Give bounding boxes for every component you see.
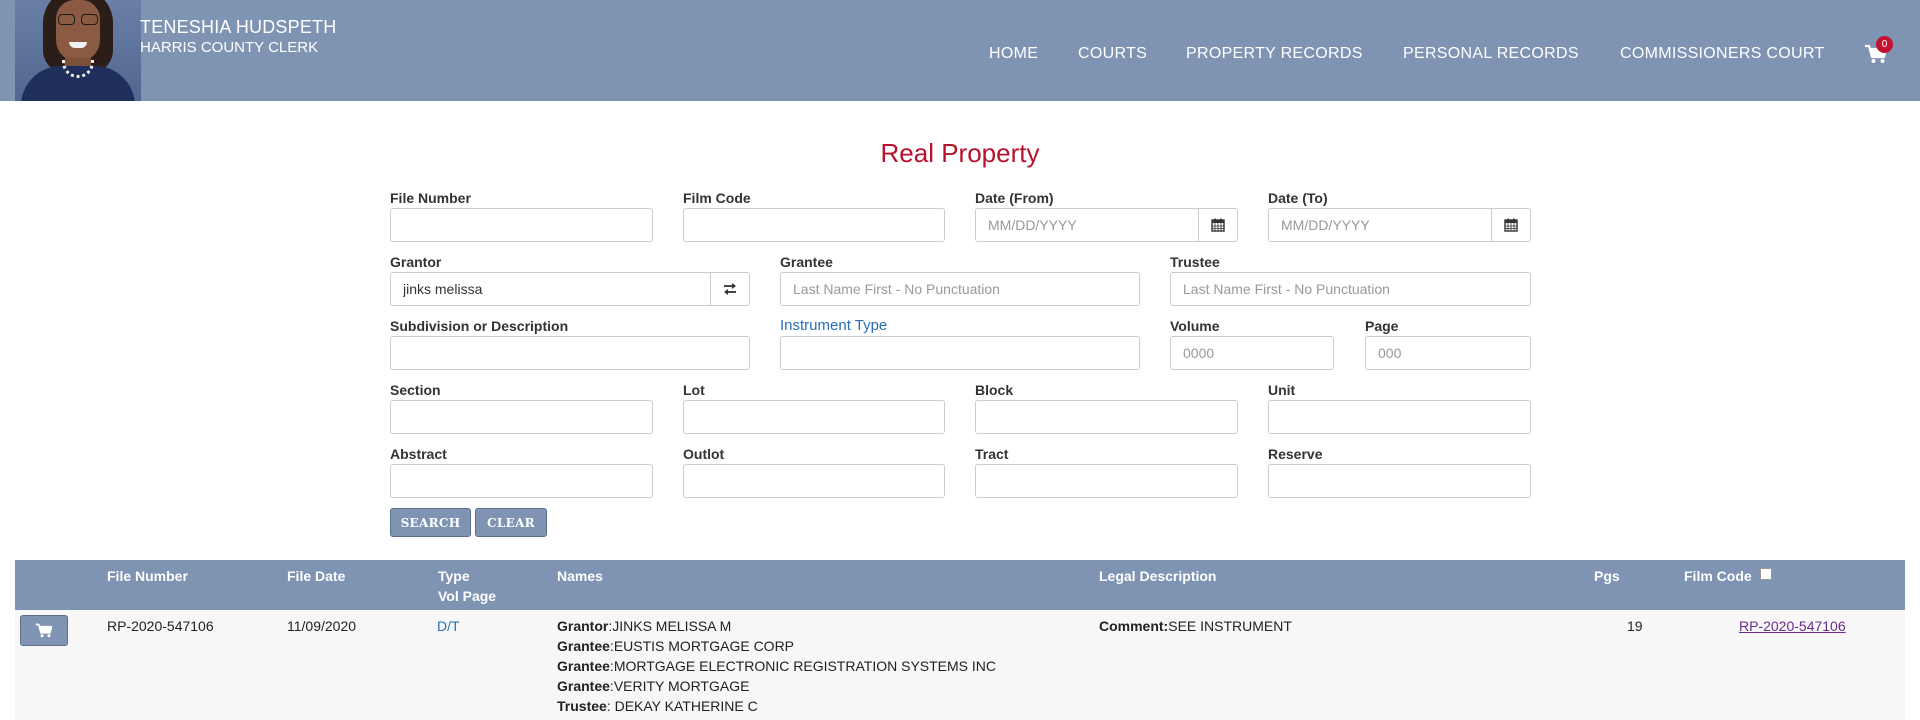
calendar-icon[interactable] [1198,208,1238,242]
name-entry: Grantee:EUSTIS MORTGAGE CORP [557,638,795,654]
nav-property-records[interactable]: PROPERTY RECORDS [1186,45,1363,63]
instrument-type-link[interactable]: Instrument Type [780,317,887,334]
name-entry: Grantee:MORTGAGE ELECTRONIC REGISTRATION… [557,658,997,674]
grantor-label: Grantor [390,254,442,270]
film-code-label: Film Code [683,190,751,206]
tract-label: Tract [975,446,1009,462]
trustee-input[interactable] [1170,272,1531,306]
swap-icon[interactable] [710,272,750,306]
reserve-input[interactable] [1268,464,1531,498]
clerk-portrait [15,0,141,101]
cart-count-badge: 0 [1876,36,1893,53]
column-type: Type [438,568,470,584]
add-to-cart-button[interactable] [20,615,68,646]
section-label: Section [390,382,441,398]
tract-input[interactable] [975,464,1238,498]
name-role: Grantee [557,678,610,694]
name-value: MORTGAGE ELECTRONIC REGISTRATION SYSTEMS… [613,658,997,674]
name-role: Trustee [557,698,607,714]
column-legal-description: Legal Description [1099,568,1217,584]
name-value: DEKAY KATHERINE C [614,698,758,714]
abstract-input[interactable] [390,464,653,498]
shopping-cart-icon [35,623,53,638]
outlot-label: Outlot [683,446,725,462]
clerk-title: HARRIS COUNTY CLERK [140,39,319,56]
name-role: Grantor [557,618,609,634]
grantee-label: Grantee [780,254,833,270]
reserve-label: Reserve [1268,446,1323,462]
name-entry: Trustee: DEKAY KATHERINE C [557,698,758,714]
row-legal-description: Comment:SEE INSTRUMENT [1099,618,1292,634]
page-title: Real Property [880,138,1040,168]
name-role: Grantee [557,638,610,654]
name-entry: Grantee:VERITY MORTGAGE [557,678,750,694]
column-names: Names [557,568,603,584]
unit-label: Unit [1268,382,1296,398]
section-input[interactable] [390,400,653,434]
row-film-code-link[interactable]: RP-2020-547106 [1739,618,1846,634]
column-vol-page: Vol Page [438,588,497,604]
subdivision-input[interactable] [390,336,750,370]
site-header: TENESHIA HUDSPETH HARRIS COUNTY CLERK HO… [0,0,1920,101]
file-number-label: File Number [390,190,471,206]
volume-label: Volume [1170,318,1220,334]
row-file-date: 11/09/2020 [287,618,357,634]
date-to-input[interactable] [1268,208,1492,242]
block-input[interactable] [975,400,1238,434]
nav-courts[interactable]: COURTS [1078,45,1147,63]
film-code-input[interactable] [683,208,945,242]
name-value: VERITY MORTGAGE [613,678,750,694]
lot-label: Lot [683,382,705,398]
outlot-input[interactable] [683,464,945,498]
column-file-number: File Number [107,568,188,584]
column-film-code: Film Code [1684,568,1752,584]
row-type-link[interactable]: D/T [437,618,460,634]
grantee-input[interactable] [780,272,1140,306]
name-value: EUSTIS MORTGAGE CORP [613,638,795,654]
file-number-input[interactable] [390,208,653,242]
unit-input[interactable] [1268,400,1531,434]
abstract-label: Abstract [390,446,447,462]
name-value: JINKS MELISSA M [612,618,732,634]
search-button[interactable]: SEARCH [390,508,471,537]
name-role: Grantee [557,658,610,674]
comment-label: Comment: [1099,618,1169,634]
trustee-label: Trustee [1170,254,1220,270]
name-entry: Grantor:JINKS MELISSA M [557,618,732,634]
nav-commissioners-court[interactable]: COMMISSIONERS COURT [1620,45,1825,63]
results-table-header: File Number File Date Type Vol Page Name… [15,560,1905,610]
page-label: Page [1365,318,1399,334]
volume-input[interactable] [1170,336,1334,370]
column-pgs: Pgs [1594,568,1620,584]
clerk-name: TENESHIA HUDSPETH [140,17,337,37]
date-from-label: Date (From) [975,190,1054,206]
nav-home[interactable]: HOME [989,45,1038,63]
row-file-number: RP-2020-547106 [107,618,214,634]
block-label: Block [975,382,1014,398]
subdivision-label: Subdivision or Description [390,318,569,334]
comment-value: SEE INSTRUMENT [1168,618,1292,634]
select-all-checkbox[interactable] [1760,568,1772,580]
calendar-icon[interactable] [1491,208,1531,242]
column-file-date: File Date [287,568,346,584]
date-from-input[interactable] [975,208,1199,242]
clear-button[interactable]: CLEAR [475,508,547,537]
grantor-input[interactable] [390,272,711,306]
page-input[interactable] [1365,336,1531,370]
instrument-type-input[interactable] [780,336,1140,370]
lot-input[interactable] [683,400,945,434]
row-pgs: 19 [1627,618,1643,634]
date-to-label: Date (To) [1268,190,1328,206]
nav-personal-records[interactable]: PERSONAL RECORDS [1403,45,1579,63]
